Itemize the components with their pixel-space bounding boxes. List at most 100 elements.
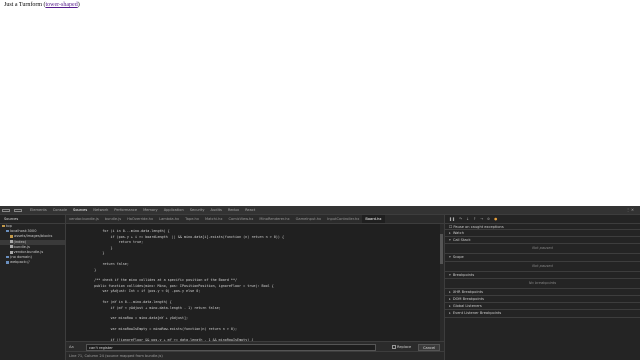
section-watch[interactable]: ▸ Watch xyxy=(445,230,640,238)
section-label: Event Listener Breakpoints xyxy=(452,311,502,316)
step-into-icon[interactable]: ↓ xyxy=(466,217,469,221)
section-global-listeners[interactable]: ▸ Global Listeners xyxy=(445,303,640,311)
pause-icon[interactable]: ❚❚ xyxy=(449,217,455,221)
code-text: /** check if the mino collides at a spec… xyxy=(86,278,238,283)
code-text: return true; xyxy=(86,240,144,245)
tree-item-label: bundle.js xyxy=(13,244,30,249)
code-text: var yAdjust: Int = if (pos.y < 0) -pos.y… xyxy=(86,289,201,294)
tab-security[interactable]: Security xyxy=(187,206,208,214)
file-tab[interactable]: vendor.bundle.js xyxy=(66,215,102,223)
section-label: DOM Breakpoints xyxy=(452,297,485,302)
section-breakpoints[interactable]: ▾ Breakpoints xyxy=(445,272,640,279)
file-tab[interactable]: HaOverride.hx xyxy=(124,215,156,223)
section-label: Call Stack xyxy=(452,238,471,243)
devtools-menu-icon[interactable]: ⋮ ✕ xyxy=(623,206,637,214)
file-tab[interactable]: Board.hx xyxy=(362,215,385,223)
section-label: Watch xyxy=(452,231,465,235)
chevron-down-icon: ▾ xyxy=(449,238,451,243)
section-dom-breakpoints[interactable]: ▸ DOM Breakpoints xyxy=(445,296,640,304)
section-label: XHR Breakpoints xyxy=(452,289,484,294)
section-event-listener-breakpoints[interactable]: ▸ Event Listener Breakpoints xyxy=(445,310,640,318)
tower-shaped-link[interactable]: tower-shaped xyxy=(46,2,78,8)
file-tabs: vendor.bundle.js bundle.js HaOverride.hx La… xyxy=(66,215,444,224)
cloud-icon xyxy=(6,261,9,264)
tab-network[interactable]: Network xyxy=(90,206,111,214)
tree-item-label: webpack:// xyxy=(10,260,30,265)
section-label: Global Listeners xyxy=(452,304,482,309)
file-tab[interactable]: Matchi.hx xyxy=(202,215,226,223)
tab-application[interactable]: Application xyxy=(161,206,187,214)
inspect-icon[interactable] xyxy=(2,208,10,212)
tab-elements[interactable]: Elements xyxy=(27,206,50,214)
file-tab[interactable]: bundle.js xyxy=(102,215,124,223)
section-info: Not paused xyxy=(445,244,640,255)
tab-console[interactable]: Console xyxy=(50,206,70,214)
debugger-sidebar: ❚❚ ↷ ↓ ↑ → ⊘ ● ☐ Pause on caught exceptions ▸ W… xyxy=(444,215,640,360)
file-tab[interactable]: GameInput.hx xyxy=(293,215,325,223)
code-text: } xyxy=(86,251,105,256)
chevron-right-icon: ▸ xyxy=(449,297,451,302)
code-text: for (i in 0...mino.data.length) { xyxy=(86,229,170,234)
folder-icon xyxy=(10,235,13,238)
tree-item-label: (no domain) xyxy=(10,255,32,260)
chevron-right-icon: ▸ xyxy=(449,231,451,235)
code-text: public function collides(mino: Mino, pos… xyxy=(86,283,274,288)
file-tab[interactable]: ComicView.hx xyxy=(225,215,256,223)
file-tab[interactable]: Tape.hx xyxy=(182,215,202,223)
device-toggle-icon[interactable] xyxy=(14,208,22,212)
section-info: Not paused xyxy=(445,262,640,272)
devtools-tabbar: Elements Console Sources Network Performance… xyxy=(0,206,640,215)
file-icon xyxy=(10,240,13,244)
tree-item-label: localhost:3000 xyxy=(10,229,37,234)
code-text: for (mY in 0...mino.data.length) { xyxy=(86,300,172,305)
tree-item-label: top xyxy=(6,224,12,228)
cancel-button[interactable]: Cancel xyxy=(418,343,441,351)
navigator-pane: Sources top localhost:3000 assets/images/b… xyxy=(0,215,66,360)
file-tab[interactable]: InputController.hx xyxy=(324,215,362,223)
search-input[interactable]: can't register xyxy=(86,343,376,351)
navigator-tab-sources[interactable]: Sources xyxy=(0,215,65,224)
tab-sources[interactable]: Sources xyxy=(70,206,90,214)
section-xhr-breakpoints[interactable]: ▸ XHR Breakpoints xyxy=(445,289,640,297)
code-editor[interactable]: for (i in 0...mino.data.length) { if (po… xyxy=(66,224,444,341)
step-out-icon[interactable]: ↑ xyxy=(473,217,476,221)
debugger-toolbar: ❚❚ ↷ ↓ ↑ → ⊘ ● xyxy=(445,215,640,224)
step-icon[interactable]: → xyxy=(480,217,483,221)
status-bar: Line 71, Column 24 (source mapped from b… xyxy=(66,351,444,360)
code-text: if (pos.y + i >= boardLength || && mino.… xyxy=(86,234,285,239)
step-over-icon[interactable]: ↷ xyxy=(459,217,462,221)
chevron-down-icon: ▾ xyxy=(449,272,451,277)
devtools-panel: Elements Console Sources Network Performance… xyxy=(0,206,640,360)
pause-on-exceptions-icon[interactable]: ● xyxy=(494,217,497,221)
replace-checkbox[interactable] xyxy=(392,345,396,349)
cloud-icon xyxy=(6,229,9,233)
tree-item[interactable]: webpack:// xyxy=(0,260,65,265)
section-scope[interactable]: ▾ Scope xyxy=(445,254,640,262)
code-text: var minoRow = mino.data[mY + yAdjust]; xyxy=(86,316,189,321)
pause-on-caught-label: Pause on caught exceptions xyxy=(453,225,504,229)
chevron-right-icon: ▸ xyxy=(449,289,451,294)
tree-item-label: vendor.bundle.js xyxy=(13,250,44,255)
tab-audits[interactable]: Audits xyxy=(208,206,225,214)
page-suffix: ) xyxy=(77,2,80,8)
code-text: var minoRowIsEmpty = minoRow.exists(func… xyxy=(86,327,238,332)
file-tab[interactable]: MinoRenderer.hx xyxy=(256,215,292,223)
search-bar: Aa can't register Replace Cancel xyxy=(66,341,444,351)
section-call-stack[interactable]: ▾ Call Stack xyxy=(445,237,640,245)
file-tab[interactable]: Lambda.hx xyxy=(156,215,182,223)
tab-performance[interactable]: Performance xyxy=(111,206,140,214)
file-icon xyxy=(10,250,13,254)
code-text: } xyxy=(86,267,97,272)
frame-icon xyxy=(2,224,5,228)
chevron-down-icon: ▾ xyxy=(449,255,451,260)
scroll-thumb[interactable] xyxy=(440,234,443,264)
tab-react[interactable]: React xyxy=(242,206,258,214)
deactivate-breakpoints-icon[interactable]: ⊘ xyxy=(487,217,490,221)
page-prefix: Just a Turnform ( xyxy=(4,2,46,8)
file-tree: top localhost:3000 assets/images/blocks (in… xyxy=(0,224,65,266)
tab-redux[interactable]: Redux xyxy=(225,206,242,214)
tab-memory[interactable]: Memory xyxy=(140,206,161,214)
file-icon xyxy=(10,245,13,249)
section-label: Breakpoints xyxy=(452,272,475,277)
code-text: if (mY < yAdjust + mino.data.length - 1)… xyxy=(86,305,221,310)
